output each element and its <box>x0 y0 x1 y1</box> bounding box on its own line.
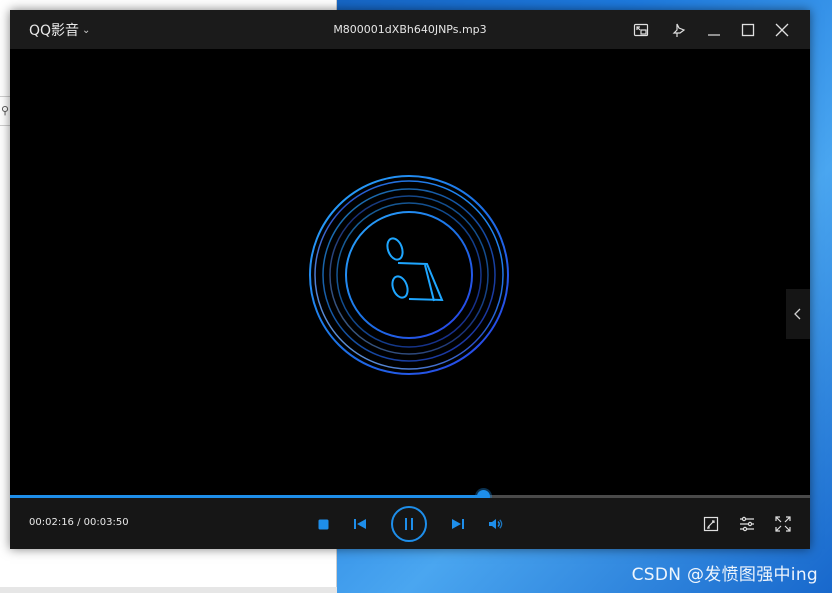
side-panel-toggle[interactable] <box>786 289 810 339</box>
mini-mode-button[interactable] <box>630 19 652 41</box>
previous-button[interactable] <box>352 517 368 531</box>
watermark: CSDN @发愤图强中ing <box>631 565 818 585</box>
pin-icon <box>672 23 686 37</box>
minimize-icon <box>708 34 720 36</box>
background-scrollbar[interactable] <box>0 587 337 593</box>
close-icon <box>775 23 789 37</box>
next-icon <box>452 519 464 529</box>
video-area[interactable] <box>10 49 810 494</box>
next-button[interactable] <box>450 517 466 531</box>
music-disc-icon <box>309 175 509 375</box>
screenshot-tool-button[interactable] <box>702 515 720 533</box>
file-title: M800001dXBh640JNPs.mp3 <box>333 23 487 36</box>
close-button[interactable] <box>771 19 793 41</box>
pause-icon <box>405 518 413 530</box>
fullscreen-icon <box>775 516 791 532</box>
title-bar[interactable]: QQ影音 ⌄ M800001dXBh640JNPs.mp3 <box>10 10 810 49</box>
fullscreen-button[interactable] <box>774 515 792 533</box>
volume-button[interactable] <box>487 517 505 531</box>
settings-button[interactable] <box>738 515 756 533</box>
maximize-icon <box>741 23 755 37</box>
volume-icon <box>489 519 503 529</box>
mini-mode-icon <box>633 23 649 37</box>
qq-player-window: QQ影音 ⌄ M800001dXBh640JNPs.mp3 00:02:16 /… <box>10 10 810 549</box>
previous-icon <box>354 519 366 529</box>
stop-icon <box>318 519 328 529</box>
control-bar: 00:02:16 / 00:03:50 <box>10 498 810 549</box>
pause-button[interactable] <box>391 506 427 542</box>
search-icon: ⚲ <box>1 104 10 117</box>
settings-sliders-icon <box>740 516 754 532</box>
stop-button[interactable] <box>316 517 330 531</box>
chevron-left-icon <box>794 308 801 320</box>
maximize-button[interactable] <box>737 19 759 41</box>
pin-button[interactable] <box>668 19 690 41</box>
time-display: 00:02:16 / 00:03:50 <box>29 517 129 528</box>
screenshot-tool-icon <box>703 516 719 532</box>
minimize-button[interactable] <box>703 19 725 41</box>
